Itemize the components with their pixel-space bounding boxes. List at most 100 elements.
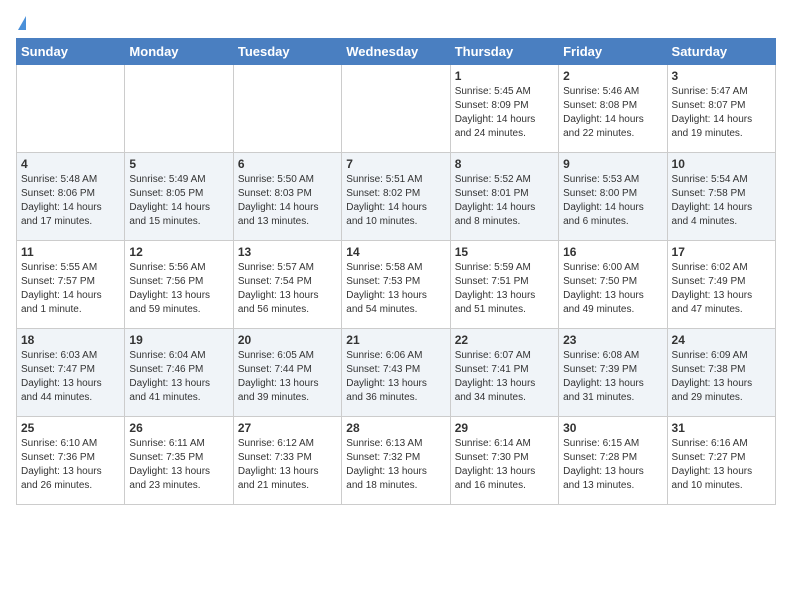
calendar-cell: 22 Sunrise: 6:07 AM Sunset: 7:41 PM Dayli… bbox=[450, 329, 558, 417]
day-info: Sunrise: 6:14 AM Sunset: 7:30 PM Dayligh… bbox=[455, 437, 554, 493]
day-info: Sunrise: 6:08 AM Sunset: 7:39 PM Dayligh… bbox=[563, 349, 662, 405]
day-info: Sunrise: 6:05 AM Sunset: 7:44 PM Dayligh… bbox=[238, 349, 337, 405]
day-info: Sunrise: 6:09 AM Sunset: 7:38 PM Dayligh… bbox=[672, 349, 771, 405]
day-info: Sunrise: 5:54 AM Sunset: 7:58 PM Dayligh… bbox=[672, 173, 771, 229]
logo-icon bbox=[18, 16, 26, 30]
day-number: 25 bbox=[21, 421, 120, 435]
calendar-cell: 9 Sunrise: 5:53 AM Sunset: 8:00 PM Daylig… bbox=[559, 153, 667, 241]
day-info: Sunrise: 5:51 AM Sunset: 8:02 PM Dayligh… bbox=[346, 173, 445, 229]
day-info: Sunrise: 6:02 AM Sunset: 7:49 PM Dayligh… bbox=[672, 261, 771, 317]
weekday-header-tuesday: Tuesday bbox=[233, 39, 341, 65]
day-info: Sunrise: 6:15 AM Sunset: 7:28 PM Dayligh… bbox=[563, 437, 662, 493]
weekday-header-sunday: Sunday bbox=[17, 39, 125, 65]
calendar-cell: 8 Sunrise: 5:52 AM Sunset: 8:01 PM Daylig… bbox=[450, 153, 558, 241]
day-number: 16 bbox=[563, 245, 662, 259]
calendar-cell: 2 Sunrise: 5:46 AM Sunset: 8:08 PM Daylig… bbox=[559, 65, 667, 153]
day-info: Sunrise: 5:57 AM Sunset: 7:54 PM Dayligh… bbox=[238, 261, 337, 317]
week-row-4: 18 Sunrise: 6:03 AM Sunset: 7:47 PM Dayli… bbox=[17, 329, 776, 417]
calendar-cell: 17 Sunrise: 6:02 AM Sunset: 7:49 PM Dayli… bbox=[667, 241, 775, 329]
day-info: Sunrise: 5:56 AM Sunset: 7:56 PM Dayligh… bbox=[129, 261, 228, 317]
weekday-header-friday: Friday bbox=[559, 39, 667, 65]
day-info: Sunrise: 5:52 AM Sunset: 8:01 PM Dayligh… bbox=[455, 173, 554, 229]
day-number: 29 bbox=[455, 421, 554, 435]
day-number: 31 bbox=[672, 421, 771, 435]
header bbox=[16, 16, 776, 30]
logo bbox=[16, 16, 26, 30]
calendar-table: SundayMondayTuesdayWednesdayThursdayFrid… bbox=[16, 38, 776, 505]
day-info: Sunrise: 6:16 AM Sunset: 7:27 PM Dayligh… bbox=[672, 437, 771, 493]
day-number: 28 bbox=[346, 421, 445, 435]
day-info: Sunrise: 6:03 AM Sunset: 7:47 PM Dayligh… bbox=[21, 349, 120, 405]
day-number: 30 bbox=[563, 421, 662, 435]
day-info: Sunrise: 6:04 AM Sunset: 7:46 PM Dayligh… bbox=[129, 349, 228, 405]
day-info: Sunrise: 5:53 AM Sunset: 8:00 PM Dayligh… bbox=[563, 173, 662, 229]
week-row-5: 25Sunrise: 6:10 AM Sunset: 7:36 PM Dayli… bbox=[17, 417, 776, 505]
calendar-cell: 31 Sunrise: 6:16 AM Sunset: 7:27 PM Dayli… bbox=[667, 417, 775, 505]
day-info: Sunrise: 6:11 AM Sunset: 7:35 PM Dayligh… bbox=[129, 437, 228, 493]
day-info: Sunrise: 6:13 AM Sunset: 7:32 PM Dayligh… bbox=[346, 437, 445, 493]
day-number: 10 bbox=[672, 157, 771, 171]
calendar-cell bbox=[233, 65, 341, 153]
day-info: Sunrise: 6:00 AM Sunset: 7:50 PM Dayligh… bbox=[563, 261, 662, 317]
day-number: 13 bbox=[238, 245, 337, 259]
day-number: 21 bbox=[346, 333, 445, 347]
weekday-header-row: SundayMondayTuesdayWednesdayThursdayFrid… bbox=[17, 39, 776, 65]
day-number: 4 bbox=[21, 157, 120, 171]
day-number: 5 bbox=[129, 157, 228, 171]
day-number: 24 bbox=[672, 333, 771, 347]
calendar-cell: 11Sunrise: 5:55 AM Sunset: 7:57 PM Dayli… bbox=[17, 241, 125, 329]
day-info: Sunrise: 5:48 AM Sunset: 8:06 PM Dayligh… bbox=[21, 173, 120, 229]
day-number: 27 bbox=[238, 421, 337, 435]
day-info: Sunrise: 6:12 AM Sunset: 7:33 PM Dayligh… bbox=[238, 437, 337, 493]
day-number: 6 bbox=[238, 157, 337, 171]
weekday-header-wednesday: Wednesday bbox=[342, 39, 450, 65]
week-row-2: 4 Sunrise: 5:48 AM Sunset: 8:06 PM Daylig… bbox=[17, 153, 776, 241]
calendar-cell bbox=[17, 65, 125, 153]
day-number: 18 bbox=[21, 333, 120, 347]
day-info: Sunrise: 5:46 AM Sunset: 8:08 PM Dayligh… bbox=[563, 85, 662, 141]
day-number: 1 bbox=[455, 69, 554, 83]
calendar-cell: 13 Sunrise: 5:57 AM Sunset: 7:54 PM Dayli… bbox=[233, 241, 341, 329]
day-number: 23 bbox=[563, 333, 662, 347]
day-info: Sunrise: 6:07 AM Sunset: 7:41 PM Dayligh… bbox=[455, 349, 554, 405]
day-info: Sunrise: 5:58 AM Sunset: 7:53 PM Dayligh… bbox=[346, 261, 445, 317]
calendar-cell: 15 Sunrise: 5:59 AM Sunset: 7:51 PM Dayli… bbox=[450, 241, 558, 329]
day-info: Sunrise: 6:06 AM Sunset: 7:43 PM Dayligh… bbox=[346, 349, 445, 405]
calendar-cell: 24 Sunrise: 6:09 AM Sunset: 7:38 PM Dayli… bbox=[667, 329, 775, 417]
calendar-cell bbox=[342, 65, 450, 153]
calendar-cell: 25Sunrise: 6:10 AM Sunset: 7:36 PM Dayli… bbox=[17, 417, 125, 505]
calendar-cell: 23 Sunrise: 6:08 AM Sunset: 7:39 PM Dayli… bbox=[559, 329, 667, 417]
calendar-cell: 18 Sunrise: 6:03 AM Sunset: 7:47 PM Dayli… bbox=[17, 329, 125, 417]
day-number: 14 bbox=[346, 245, 445, 259]
day-number: 12 bbox=[129, 245, 228, 259]
calendar-cell: 16 Sunrise: 6:00 AM Sunset: 7:50 PM Dayli… bbox=[559, 241, 667, 329]
calendar-cell: 10 Sunrise: 5:54 AM Sunset: 7:58 PM Dayli… bbox=[667, 153, 775, 241]
day-number: 15 bbox=[455, 245, 554, 259]
day-number: 17 bbox=[672, 245, 771, 259]
day-info: Sunrise: 5:55 AM Sunset: 7:57 PM Dayligh… bbox=[21, 261, 120, 317]
weekday-header-thursday: Thursday bbox=[450, 39, 558, 65]
calendar-cell: 21 Sunrise: 6:06 AM Sunset: 7:43 PM Dayli… bbox=[342, 329, 450, 417]
day-number: 3 bbox=[672, 69, 771, 83]
calendar-cell: 20 Sunrise: 6:05 AM Sunset: 7:44 PM Dayli… bbox=[233, 329, 341, 417]
day-info: Sunrise: 5:47 AM Sunset: 8:07 PM Dayligh… bbox=[672, 85, 771, 141]
day-number: 19 bbox=[129, 333, 228, 347]
day-number: 8 bbox=[455, 157, 554, 171]
day-info: Sunrise: 5:50 AM Sunset: 8:03 PM Dayligh… bbox=[238, 173, 337, 229]
day-number: 20 bbox=[238, 333, 337, 347]
calendar-cell: 3 Sunrise: 5:47 AM Sunset: 8:07 PM Daylig… bbox=[667, 65, 775, 153]
calendar-cell: 29 Sunrise: 6:14 AM Sunset: 7:30 PM Dayli… bbox=[450, 417, 558, 505]
calendar-cell: 26Sunrise: 6:11 AM Sunset: 7:35 PM Dayli… bbox=[125, 417, 233, 505]
calendar-cell: 1 Sunrise: 5:45 AM Sunset: 8:09 PM Daylig… bbox=[450, 65, 558, 153]
day-number: 2 bbox=[563, 69, 662, 83]
calendar-cell bbox=[125, 65, 233, 153]
day-info: Sunrise: 5:45 AM Sunset: 8:09 PM Dayligh… bbox=[455, 85, 554, 141]
day-number: 7 bbox=[346, 157, 445, 171]
day-number: 9 bbox=[563, 157, 662, 171]
calendar-cell: 7 Sunrise: 5:51 AM Sunset: 8:02 PM Daylig… bbox=[342, 153, 450, 241]
day-info: Sunrise: 5:59 AM Sunset: 7:51 PM Dayligh… bbox=[455, 261, 554, 317]
day-info: Sunrise: 5:49 AM Sunset: 8:05 PM Dayligh… bbox=[129, 173, 228, 229]
calendar-cell: 19 Sunrise: 6:04 AM Sunset: 7:46 PM Dayli… bbox=[125, 329, 233, 417]
day-number: 22 bbox=[455, 333, 554, 347]
calendar-body: 1 Sunrise: 5:45 AM Sunset: 8:09 PM Daylig… bbox=[17, 65, 776, 505]
